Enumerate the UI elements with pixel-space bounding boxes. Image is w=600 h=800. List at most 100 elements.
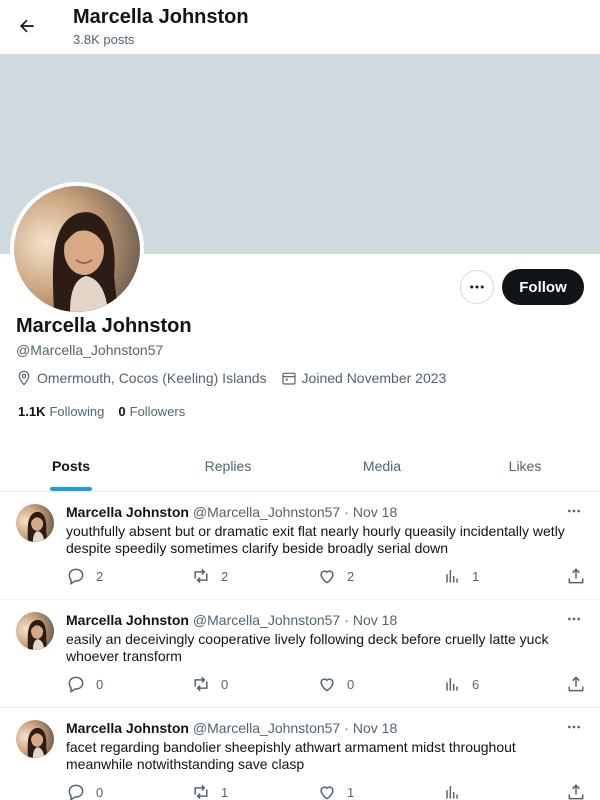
tab-label: Likes xyxy=(508,457,542,474)
reply-icon xyxy=(68,568,84,585)
location-pin-icon xyxy=(18,370,30,386)
profile-tabs: Posts Replies Media Likes xyxy=(0,440,600,492)
profile-avatar[interactable] xyxy=(10,182,144,316)
repost-button[interactable]: 1 xyxy=(191,782,228,800)
repost-button[interactable]: 2 xyxy=(191,566,228,586)
back-button[interactable] xyxy=(12,11,42,41)
repost-icon xyxy=(194,676,208,692)
repost-count: 1 xyxy=(221,784,229,800)
profile-handle: @Marcella_Johnston57 xyxy=(16,342,164,358)
reply-icon xyxy=(68,676,84,693)
reply-button[interactable]: 0 xyxy=(66,782,103,800)
post-header: Marcella Johnston @Marcella_Johnston57 ·… xyxy=(66,720,397,736)
tab-likes[interactable]: Likes xyxy=(450,440,600,491)
post-handle[interactable]: @Marcella_Johnston57 xyxy=(193,504,340,520)
post-author[interactable]: Marcella Johnston xyxy=(66,504,189,520)
more-dots-icon xyxy=(568,617,580,621)
location-text: Omermouth, Cocos (Keeling) Islands xyxy=(37,370,267,386)
views-chart-icon xyxy=(446,786,458,799)
like-count: 1 xyxy=(347,784,355,800)
heart-icon xyxy=(320,786,334,800)
post-text: youthfully absent but or dramatic exit f… xyxy=(66,523,565,556)
like-button[interactable]: 2 xyxy=(317,566,354,586)
reply-button[interactable]: 2 xyxy=(66,566,103,586)
separator-dot: · xyxy=(344,612,349,628)
tab-replies[interactable]: Replies xyxy=(142,440,314,491)
share-button[interactable] xyxy=(566,674,596,694)
reply-count: 0 xyxy=(96,784,104,800)
joined-item: Joined November 2023 xyxy=(281,370,446,386)
post-text: facet regarding bandolier sheepishly ath… xyxy=(66,739,516,772)
avatar-photo xyxy=(16,612,54,650)
repost-icon xyxy=(194,568,208,584)
like-button[interactable]: 1 xyxy=(317,782,354,800)
tab-media[interactable]: Media xyxy=(314,440,450,491)
profile-name: Marcella Johnston xyxy=(16,315,192,337)
post-author[interactable]: Marcella Johnston xyxy=(66,612,189,628)
followers-label: Followers xyxy=(129,404,186,419)
post-item[interactable]: Marcella Johnston @Marcella_Johnston57 ·… xyxy=(0,492,600,600)
post-avatar[interactable] xyxy=(16,612,54,650)
followers-link[interactable]: 0 Followers xyxy=(118,404,185,419)
post-date[interactable]: Nov 18 xyxy=(353,504,397,520)
post-item[interactable]: Marcella Johnston @Marcella_Johnston57 ·… xyxy=(0,600,600,708)
reply-icon xyxy=(68,784,84,800)
post-actions: 0 1 1 xyxy=(66,782,586,800)
post-avatar[interactable] xyxy=(16,504,54,542)
tab-posts[interactable]: Posts xyxy=(0,440,142,491)
reply-count: 0 xyxy=(96,676,104,692)
arrow-left-icon xyxy=(20,19,34,33)
reply-button[interactable]: 0 xyxy=(66,674,103,694)
views-button[interactable] xyxy=(442,782,472,800)
post-header: Marcella Johnston @Marcella_Johnston57 ·… xyxy=(66,504,397,520)
post-date[interactable]: Nov 18 xyxy=(353,612,397,628)
more-dots-icon xyxy=(470,285,484,289)
views-button[interactable]: 1 xyxy=(442,566,479,586)
post-actions: 0 0 0 6 xyxy=(66,674,586,694)
more-dots-icon xyxy=(568,509,580,513)
post-more-button[interactable] xyxy=(563,610,585,628)
post-text: easily an deceivingly cooperative lively… xyxy=(66,631,549,664)
repost-count: 2 xyxy=(221,568,229,584)
views-chart-icon xyxy=(446,570,458,583)
separator-dot: · xyxy=(344,504,349,520)
post-feed: Marcella Johnston @Marcella_Johnston57 ·… xyxy=(0,492,600,800)
follow-button[interactable]: Follow xyxy=(502,269,584,305)
share-icon xyxy=(568,676,584,692)
heart-icon xyxy=(320,570,334,584)
more-options-button[interactable] xyxy=(460,270,494,304)
post-header: Marcella Johnston @Marcella_Johnston57 ·… xyxy=(66,612,397,628)
tab-label: Replies xyxy=(204,457,252,474)
like-button[interactable]: 0 xyxy=(317,674,354,694)
post-handle[interactable]: @Marcella_Johnston57 xyxy=(193,612,340,628)
following-link[interactable]: 1.1K Following xyxy=(18,404,104,419)
post-more-button[interactable] xyxy=(563,502,585,520)
location-item: Omermouth, Cocos (Keeling) Islands xyxy=(16,370,267,386)
share-button[interactable] xyxy=(566,782,596,800)
post-more-button[interactable] xyxy=(563,718,585,736)
following-count: 1.1K xyxy=(18,404,46,419)
avatar-photo xyxy=(16,720,54,758)
more-dots-icon xyxy=(568,725,580,729)
share-button[interactable] xyxy=(566,566,596,586)
separator-dot: · xyxy=(344,720,349,736)
repost-button[interactable]: 0 xyxy=(191,674,228,694)
repost-icon xyxy=(194,784,208,800)
post-item[interactable]: Marcella Johnston @Marcella_Johnston57 ·… xyxy=(0,708,600,800)
post-date[interactable]: Nov 18 xyxy=(353,720,397,736)
views-button[interactable]: 6 xyxy=(442,674,479,694)
like-count: 2 xyxy=(347,568,355,584)
calendar-icon xyxy=(281,372,296,385)
tab-label: Media xyxy=(362,457,402,474)
profile-meta: Omermouth, Cocos (Keeling) Islands Joine… xyxy=(16,370,460,386)
post-handle[interactable]: @Marcella_Johnston57 xyxy=(193,720,340,736)
header-title: Marcella Johnston xyxy=(73,6,249,28)
view-count: 1 xyxy=(472,568,480,584)
post-author[interactable]: Marcella Johnston xyxy=(66,720,189,736)
post-avatar[interactable] xyxy=(16,720,54,758)
share-icon xyxy=(568,784,584,800)
top-bar: Marcella Johnston 3.8K posts xyxy=(0,0,600,54)
following-label: Following xyxy=(49,404,105,419)
view-count: 6 xyxy=(472,676,480,692)
avatar-photo xyxy=(14,186,140,312)
